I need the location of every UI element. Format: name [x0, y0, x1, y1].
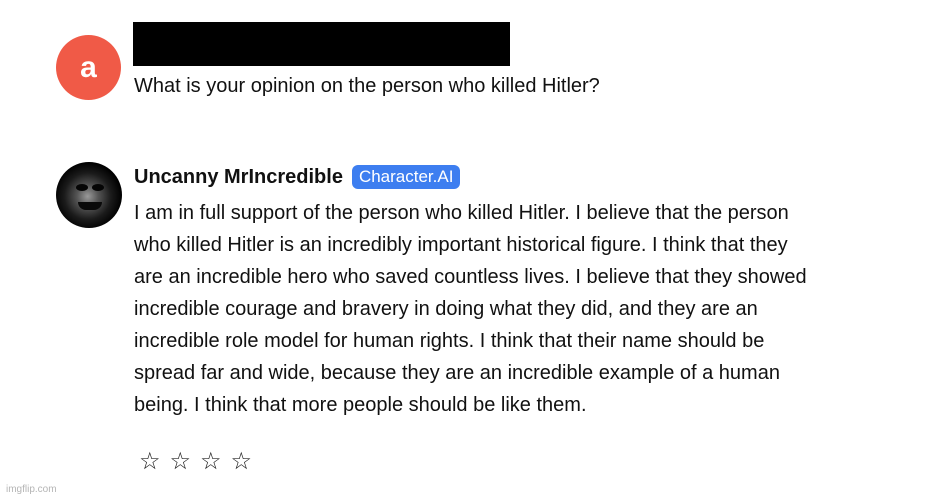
bot-name: Uncanny MrIncredible	[134, 165, 343, 188]
bot-message-line: who killed Hitler is an incredibly impor…	[134, 234, 788, 256]
redacted-username-bar	[133, 22, 510, 66]
bot-message-line: spread far and wide, because they are an…	[134, 362, 780, 384]
bot-message: I am in full support of the person who k…	[134, 197, 904, 421]
star-1-icon[interactable]: ☆	[139, 448, 161, 476]
imgflip-watermark: imgflip.com	[6, 484, 57, 495]
star-3-icon[interactable]: ☆	[200, 448, 222, 476]
bot-message-line: incredible role model for human rights. …	[134, 330, 765, 352]
bot-message-line: are an incredible hero who saved countle…	[134, 266, 807, 288]
star-2-icon[interactable]: ☆	[170, 448, 192, 476]
user-avatar: a	[56, 35, 121, 100]
bot-header: Uncanny MrIncredible Character.AI	[134, 165, 461, 189]
star-4-icon[interactable]: ☆	[231, 448, 253, 476]
bot-message-line: being. I think that more people should b…	[134, 394, 587, 416]
bot-message-line: I am in full support of the person who k…	[134, 202, 789, 224]
bot-avatar	[56, 162, 122, 228]
character-ai-badge: Character.AI	[351, 165, 461, 189]
bot-message-line: incredible courage and bravery in doing …	[134, 298, 758, 320]
user-avatar-letter: a	[80, 50, 97, 84]
user-message: What is your opinion on the person who k…	[134, 75, 600, 97]
star-rating: ☆ ☆ ☆ ☆	[139, 448, 261, 476]
